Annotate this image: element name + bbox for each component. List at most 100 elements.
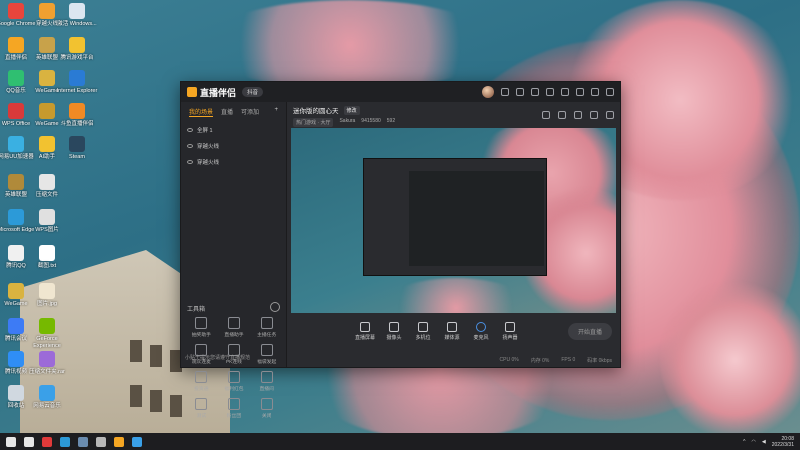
share-icon[interactable]	[531, 88, 539, 96]
tool-icon	[195, 371, 208, 383]
desktop-icon[interactable]: 网易云音乐	[25, 385, 69, 410]
maximize-icon[interactable]	[591, 88, 599, 96]
desktop-icon[interactable]: 截图.txt	[25, 245, 69, 270]
speaker-button[interactable]: 扬声器	[496, 321, 524, 341]
scene-item[interactable]: 穿越火线	[181, 154, 286, 170]
desktop-icon[interactable]: GeForce Experience	[25, 318, 69, 349]
desktop-icon[interactable]: WPS图片	[25, 209, 69, 234]
tool-label: 粉丝团	[226, 414, 242, 419]
edit-room-button[interactable]: 修改	[343, 105, 360, 115]
toolbar-label: 麦克风	[473, 334, 489, 341]
clock[interactable]: 20:08 2022/3/31	[772, 436, 794, 448]
settings-icon[interactable]	[546, 88, 554, 96]
toolbox-item[interactable]: 福利红包	[218, 371, 251, 392]
platform-badge[interactable]: 抖音	[242, 87, 264, 97]
live-streaming-app-window[interactable]: 直播伴侣 抖音 我的场景 直播 可添加 + 全屏 1 穿越火线 穿越火线 工具箱…	[180, 81, 621, 419]
scene-item[interactable]: 穿越火线	[181, 138, 286, 154]
mic-button[interactable]: 麦克风	[467, 321, 495, 341]
toolbox-item[interactable]: 抽奖助手	[185, 317, 218, 338]
desktop-app-icon	[8, 3, 24, 19]
desktop-app-icon	[69, 70, 85, 86]
tool-label: 福利红包	[224, 387, 244, 392]
multicam-button[interactable]: 多机位	[409, 321, 437, 341]
app-titlebar[interactable]: 直播伴侣 抖音	[181, 82, 620, 102]
eye-icon[interactable]	[187, 128, 193, 132]
tab-my-scenes[interactable]: 我的场景	[189, 107, 214, 117]
eye-icon[interactable]	[187, 144, 193, 148]
live-app-icon[interactable]	[114, 436, 124, 447]
clock-date: 2022/3/31	[771, 441, 794, 448]
room-id: 9415580	[361, 118, 381, 124]
tool-label: 投资通	[194, 387, 209, 392]
toolbox-item[interactable]: 粉丝团	[218, 398, 251, 419]
toolbox-item[interactable]: 关闭	[250, 398, 283, 419]
scene-item[interactable]: 全屏 1	[181, 122, 286, 138]
steam-app-icon[interactable]	[78, 436, 88, 447]
volume-icon[interactable]: ◀	[762, 439, 766, 445]
tab-live[interactable]: 直播	[221, 107, 233, 117]
windows-start-icon[interactable]	[6, 436, 16, 447]
preview-nested-content	[409, 171, 544, 266]
desktop-app-icon	[39, 318, 55, 334]
tool-label: 直播助手	[224, 333, 244, 338]
game-app-icon[interactable]	[96, 436, 106, 447]
tray-chevron-icon[interactable]: ^	[743, 439, 745, 445]
minimize-icon[interactable]	[576, 88, 584, 96]
room-title: 迷你版的圆心天	[293, 108, 339, 115]
feedback-icon[interactable]	[516, 88, 524, 96]
toolbox-item[interactable]: 测试	[185, 398, 218, 419]
desktop-app-icon	[8, 37, 24, 53]
room-category[interactable]: 热门游戏 · 大厅	[293, 118, 334, 127]
lock-icon[interactable]	[558, 111, 566, 119]
desktop-icon[interactable]: 压缩文件	[25, 174, 69, 199]
room-info-bar: 迷你版的圆心天 修改 热门游戏 · 大厅 Sakura 9415580 592	[287, 102, 620, 128]
footer-notice: 小贴士提示您请遵守直播规范	[185, 355, 251, 361]
mobile-icon[interactable]	[574, 111, 582, 119]
chrome-app-icon[interactable]	[132, 436, 142, 447]
desktop-icon-label: 图片.jpg	[37, 301, 57, 307]
desktop-icon[interactable]: Internet Explorer	[55, 70, 99, 95]
camera-button[interactable]: 摄像头	[380, 321, 408, 341]
desktop-icon[interactable]: 图片.jpg	[25, 283, 69, 308]
gift-icon[interactable]	[542, 111, 550, 119]
start-live-button[interactable]: 开始直播	[567, 322, 612, 340]
media-button[interactable]: 媒体源	[438, 321, 466, 341]
preview-nested-window	[363, 158, 547, 276]
search-icon[interactable]	[24, 436, 34, 447]
toolbox-settings-icon[interactable]	[270, 302, 280, 312]
toolbox-item[interactable]: 福袋发起	[250, 344, 283, 365]
desktop-icon[interactable]: 腾讯游戏平台	[55, 37, 99, 62]
desktop-icon[interactable]: 激活 Windows...	[55, 3, 99, 28]
toolbox-item[interactable]: 直播间	[250, 371, 283, 392]
desktop-app-icon	[8, 318, 24, 334]
popout-icon[interactable]	[606, 111, 614, 119]
desktop-app-icon	[39, 209, 55, 225]
tab-addable[interactable]: 可添加	[241, 107, 259, 117]
desktop-icon-label: 网易云音乐	[33, 403, 61, 409]
add-scene-icon[interactable]: +	[274, 107, 278, 117]
desktop-icon-label: GeForce Experience	[33, 336, 61, 349]
toolbox-item[interactable]: 投资通	[185, 371, 218, 392]
desktop-app-icon	[69, 37, 85, 53]
eye-icon[interactable]	[187, 160, 193, 164]
stream-preview[interactable]	[291, 128, 616, 313]
menu-icon[interactable]	[561, 88, 569, 96]
toolbox-item[interactable]: 主播任务	[250, 317, 283, 338]
tool-label: 测试	[196, 414, 207, 419]
network-icon[interactable]: ◠	[752, 439, 756, 445]
music-app-icon[interactable]	[42, 436, 52, 447]
notification-icon[interactable]	[590, 111, 598, 119]
screen-button[interactable]: 直播屏幕	[351, 321, 379, 341]
close-icon[interactable]	[606, 88, 614, 96]
desktop-icon-label: 压缩文件	[35, 192, 58, 198]
user-avatar[interactable]	[482, 86, 494, 98]
desktop-icon[interactable]: Steam	[55, 136, 99, 161]
desktop-icon[interactable]: 压缩文件夹.rar	[25, 351, 69, 376]
tool-label: 直播间	[259, 387, 274, 392]
message-icon[interactable]	[501, 88, 509, 96]
toolbox-item[interactable]: 直播助手	[218, 317, 251, 338]
desktop-icon[interactable]: 斗鱼直播伴侣	[55, 103, 99, 128]
desktop-app-icon	[8, 103, 24, 119]
edge-app-icon[interactable]	[60, 436, 70, 447]
scene-item-label: 穿越火线	[197, 144, 220, 150]
